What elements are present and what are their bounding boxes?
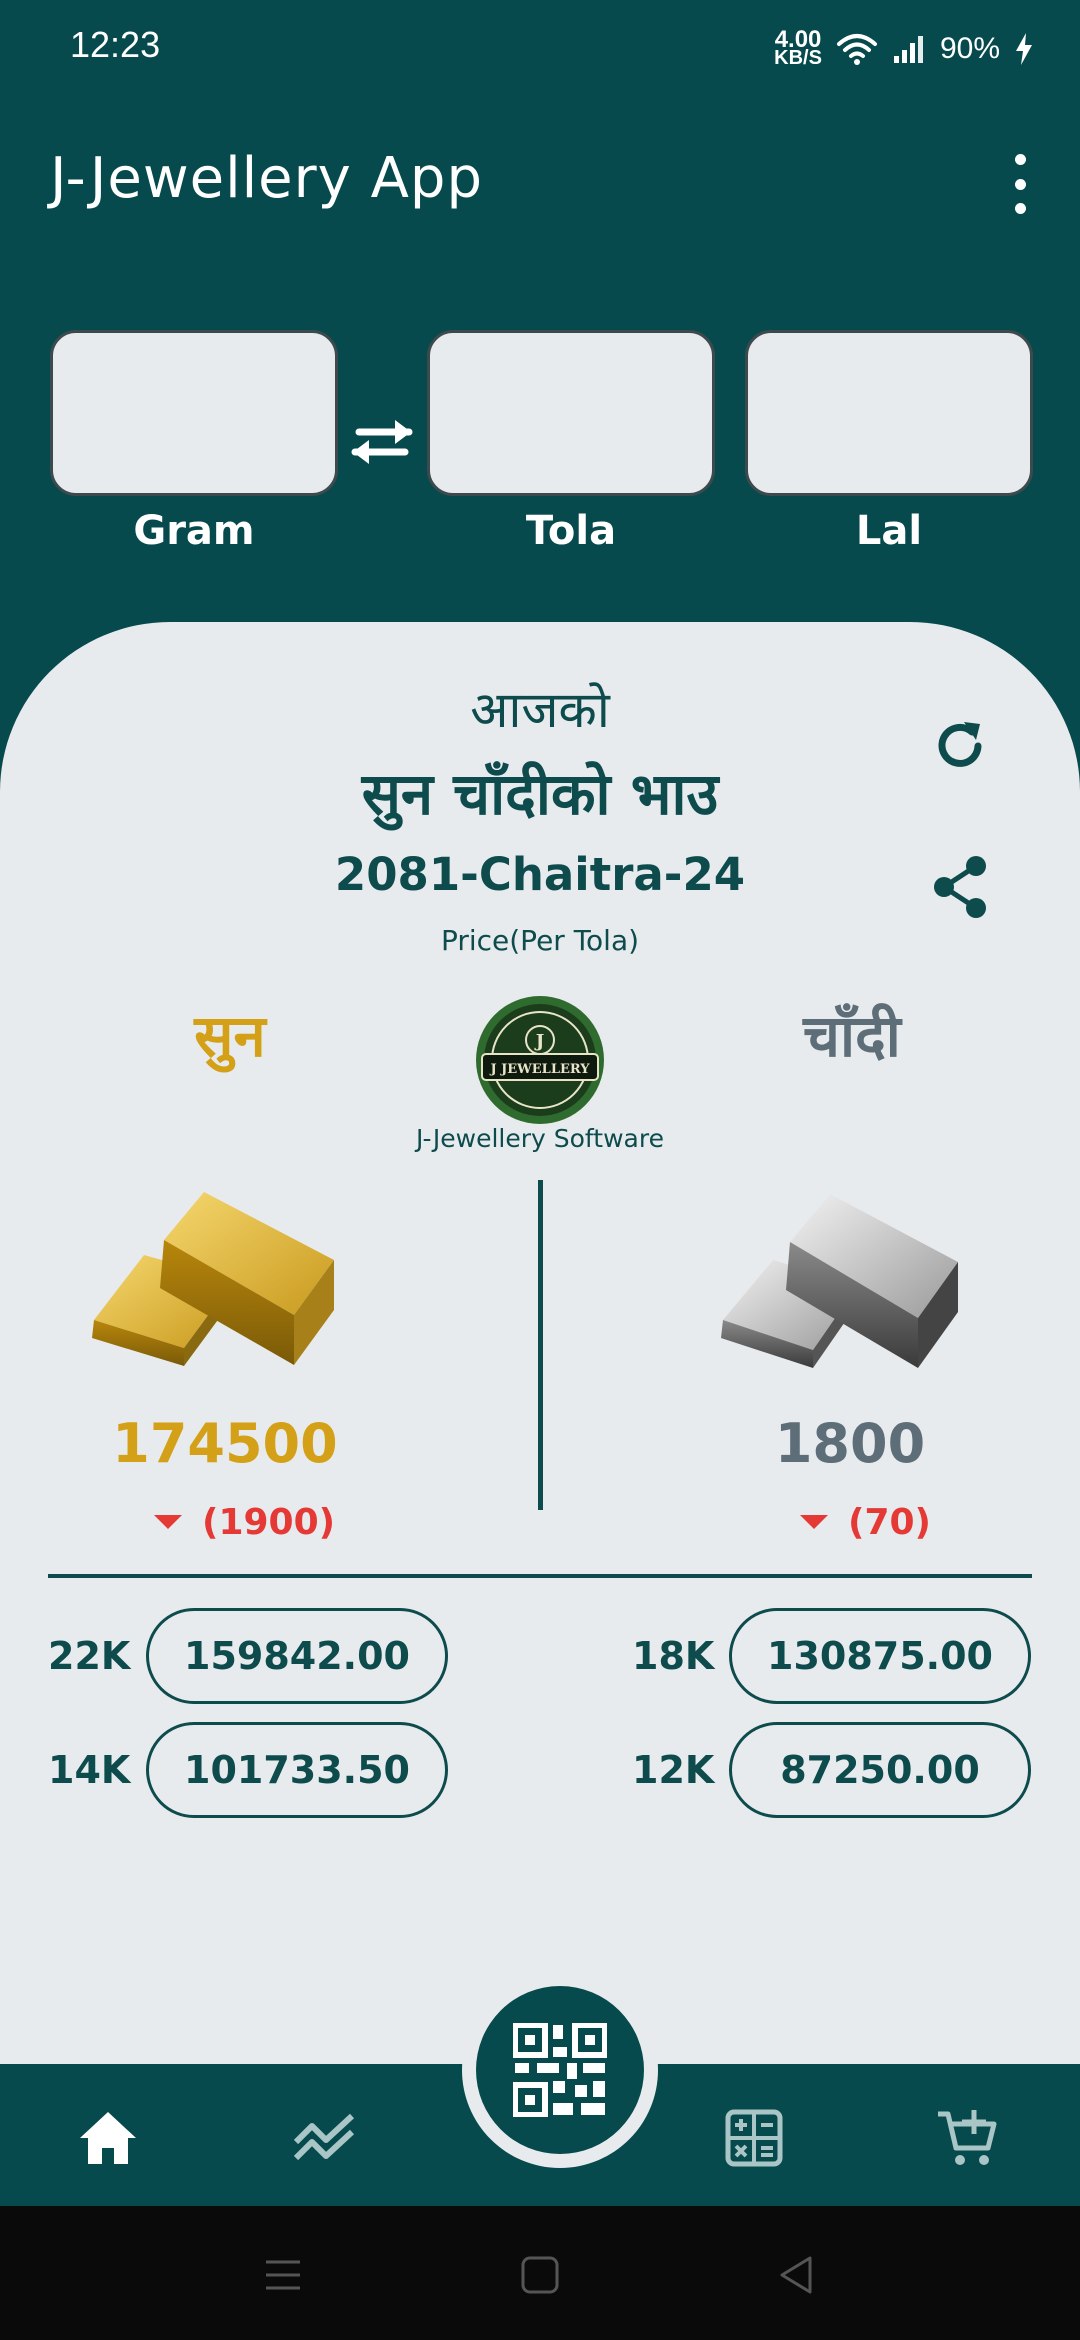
price-unit: Price(Per Tola) (440, 924, 640, 957)
rates-card: आजको सुन चाँदीको भाउ 2081-Chaitra-24 Pri… (0, 622, 1080, 2064)
charging-icon (1016, 33, 1032, 65)
unit-converter: Gram Tola Lal (0, 330, 1080, 560)
system-nav-bar (0, 2206, 1080, 2340)
signal-icon (893, 36, 923, 63)
qr-scan-button[interactable] (462, 1972, 658, 2168)
net-speed-unit: KB/S (774, 47, 822, 69)
vertical-divider (538, 1180, 543, 1510)
status-icons: 4.00 KB/S 90% (774, 24, 1034, 74)
app-title: J-Jewellery App (50, 146, 484, 211)
calculator-icon[interactable] (720, 2104, 788, 2172)
status-time: 12:23 (70, 24, 161, 65)
recents-icon[interactable] (258, 2250, 308, 2300)
horizontal-divider (48, 1574, 1032, 1578)
down-arrow-icon (800, 1515, 828, 1529)
gold-price: 174500 (112, 1412, 338, 1475)
rates-date: 2081-Chaitra-24 (334, 848, 746, 901)
today-label: आजको (470, 681, 610, 739)
karat-18-value: 130875.00 (729, 1608, 1031, 1704)
tola-input[interactable] (427, 330, 715, 496)
gold-change-value: (1900) (202, 1501, 336, 1543)
battery-level: 90% (939, 32, 1000, 65)
lal-label: Lal (855, 508, 923, 554)
net-speed: 4.00 KB/S (774, 28, 822, 69)
status-bar: 12:23 4.00 KB/S 90% (0, 0, 1080, 100)
brand-logo: J J JEWELLERY (476, 996, 604, 1124)
refresh-icon[interactable] (928, 714, 992, 778)
karat-18-label: 18K (632, 1634, 715, 1678)
qr-code-icon (513, 2023, 607, 2117)
lal-input[interactable] (745, 330, 1033, 496)
silver-label: चाँदी (803, 1002, 901, 1070)
app-bar: J-Jewellery App (0, 130, 1080, 240)
gram-label: Gram (133, 508, 255, 554)
tola-label: Tola (525, 508, 617, 554)
gold-bars-image (92, 1192, 334, 1366)
down-arrow-icon (154, 1515, 182, 1529)
home-button-icon[interactable] (515, 2250, 565, 2300)
karat-14-label: 14K (48, 1748, 131, 1792)
silver-change-value: (70) (848, 1501, 932, 1543)
add-cart-icon[interactable] (934, 2104, 1002, 2172)
karat-22-label: 22K (48, 1634, 131, 1678)
logo-text: J JEWELLERY (489, 1062, 590, 1077)
rates-title: सुन चाँदीको भाउ (361, 760, 719, 828)
gold-change: (1900) (154, 1500, 335, 1544)
silver-bars-image (721, 1194, 958, 1368)
home-icon[interactable] (74, 2104, 142, 2172)
more-vertical-icon[interactable] (1000, 154, 1040, 214)
share-icon[interactable] (926, 852, 996, 922)
swap-arrows-icon[interactable] (345, 414, 419, 470)
karat-12-label: 12K (632, 1748, 715, 1792)
svg-text:J: J (534, 1031, 545, 1052)
gram-input[interactable] (50, 330, 338, 496)
logo-caption: J-Jewellery Software (416, 1124, 664, 1153)
karat-14-value: 101733.50 (146, 1722, 448, 1818)
karat-12-value: 87250.00 (729, 1722, 1031, 1818)
silver-change: (70) (800, 1500, 931, 1544)
gold-label: सुन (194, 1002, 266, 1070)
silver-price: 1800 (774, 1412, 926, 1475)
karat-22-value: 159842.00 (146, 1608, 448, 1704)
back-icon[interactable] (772, 2250, 822, 2300)
chart-icon[interactable] (290, 2104, 358, 2172)
wifi-icon (836, 34, 877, 65)
